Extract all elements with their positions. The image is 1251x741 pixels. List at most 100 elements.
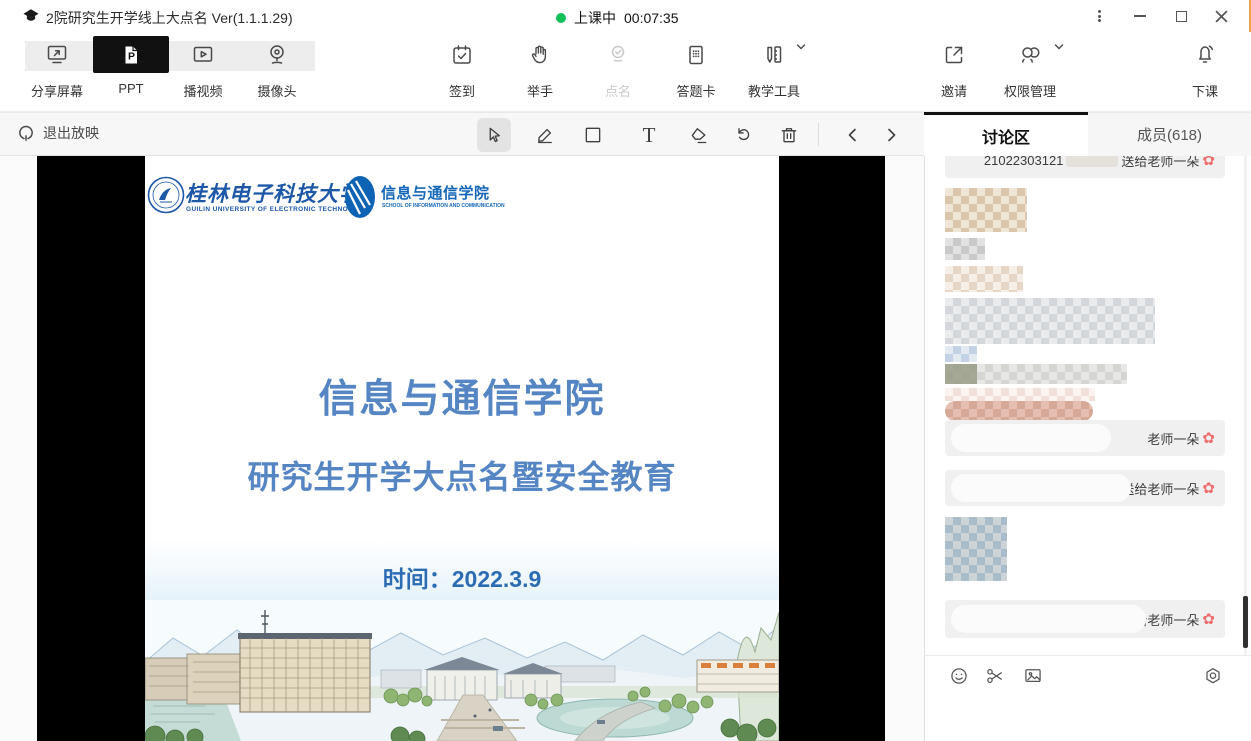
end-class-label: 下课 — [1165, 81, 1245, 100]
censored-name — [1066, 156, 1118, 167]
undo-tool-button[interactable] — [727, 118, 761, 152]
exit-projection-icon — [16, 123, 36, 143]
eraser-icon — [689, 125, 709, 145]
screenshot-button[interactable] — [983, 664, 1007, 688]
teaching-tools-button[interactable]: 教学工具 — [734, 32, 814, 112]
chat-message-flower: 给老师一朵 ✿ — [945, 600, 1225, 638]
settings-gear-icon — [1203, 666, 1223, 686]
slide-date: 时间：2022.3.9 — [145, 560, 779, 594]
chat-message-flower: 送给老师一朵 ✿ — [945, 470, 1225, 506]
pen-icon — [535, 125, 555, 145]
exit-projection-button[interactable]: 退出放映 — [16, 123, 99, 143]
university-name-en: GUILIN UNIVERSITY OF ELECTRONIC TECHNOLO… — [186, 206, 368, 213]
tab-members[interactable]: 成员(618) — [1088, 112, 1251, 156]
censored-message-mosaic — [945, 238, 985, 260]
censored-message-mosaic — [945, 188, 1027, 232]
censored-name-pill — [951, 605, 1146, 633]
teaching-tools-label: 教学工具 — [734, 81, 814, 100]
cursor-icon — [484, 125, 504, 145]
window-title: 2院研究生开学线上大点名 Ver(1.1.1.29) — [46, 8, 293, 28]
school-logo-icon — [343, 174, 377, 220]
app-window: 2院研究生开学线上大点名 Ver(1.1.1.29) 上课中 00:07:35 … — [0, 0, 1251, 741]
permission-mgmt-label: 权限管理 — [990, 81, 1070, 100]
invite-button[interactable]: 邀请 — [914, 32, 994, 112]
flower-icon: ✿ — [1202, 610, 1215, 628]
close-button[interactable] — [1204, 0, 1238, 32]
censored-message-mosaic — [945, 401, 1093, 421]
ppt-button-label-wrap[interactable]: PPT — [91, 32, 171, 112]
toolbar-divider — [818, 123, 819, 146]
live-status-dot — [556, 13, 566, 23]
presentation-stage: 桂林电子科技大学 GUILIN UNIVERSITY OF ELECTRONIC… — [0, 156, 924, 741]
scissors-icon — [985, 666, 1005, 686]
ppt-label: PPT — [91, 81, 171, 96]
invite-label: 邀请 — [914, 81, 994, 100]
minimize-button[interactable] — [1123, 0, 1157, 32]
censored-message-mosaic — [945, 388, 1095, 401]
university-emblem-icon — [147, 176, 185, 214]
roll-call-button: 点名 — [578, 32, 658, 112]
censored-message-mosaic — [945, 364, 1127, 384]
campus-illustration — [145, 600, 779, 741]
rectangle-shape-icon — [583, 125, 603, 145]
image-upload-button[interactable] — [1021, 664, 1045, 688]
main-toolbar: 分享屏幕 P PPT 播视频 摄像 — [0, 32, 1251, 112]
class-status: 上课中 00:07:35 — [556, 8, 679, 28]
raise-hand-button[interactable]: 举手 — [500, 32, 580, 112]
censored-message-mosaic — [945, 298, 1155, 344]
trash-icon — [779, 125, 799, 145]
answer-card-button[interactable]: 答题卡 — [656, 32, 736, 112]
chat-scrollbar-track[interactable] — [1244, 156, 1247, 655]
slide-letterbox-left — [37, 156, 145, 741]
more-menu-button[interactable] — [1082, 0, 1116, 32]
school-name-cn: 信息与通信学院 — [381, 182, 490, 203]
chat-input-divider — [925, 655, 1251, 656]
next-slide-button[interactable] — [874, 118, 908, 152]
slide-subtitle: 研究生开学大点名暨安全教育 — [145, 452, 779, 498]
censored-name-pill — [951, 474, 1131, 502]
maximize-button[interactable] — [1164, 0, 1198, 32]
prev-slide-button[interactable] — [836, 118, 870, 152]
university-name-cn: 桂林电子科技大学 — [185, 178, 361, 208]
titlebar: 2院研究生开学线上大点名 Ver(1.1.1.29) 上课中 00:07:35 — [0, 0, 1251, 32]
emoji-smiley-icon — [949, 666, 969, 686]
censored-name-pill — [951, 424, 1111, 452]
chat-message-flower: 21022303121 送给老师一朵 ✿ — [945, 156, 1225, 178]
tab-discussion[interactable]: 讨论区 — [924, 112, 1088, 156]
sign-in-button[interactable]: 签到 — [422, 32, 502, 112]
play-video-icon — [191, 43, 215, 67]
permission-mgmt-chevron-down-icon — [1054, 43, 1064, 51]
school-name-en: SCHOOL OF INFORMATION AND COMMUNICATION — [382, 203, 505, 209]
teaching-tools-icon — [762, 43, 786, 67]
teaching-tools-chevron-down-icon — [796, 43, 806, 51]
eraser-tool-button[interactable] — [682, 118, 716, 152]
share-screen-button[interactable]: 分享屏幕 — [17, 32, 97, 112]
chat-scrollbar-thumb[interactable] — [1243, 596, 1248, 648]
chat-message-text: 送给老师一朵 — [1121, 156, 1199, 170]
camera-button[interactable]: 摄像头 — [237, 32, 317, 112]
censored-message-mosaic — [945, 517, 1007, 581]
chevron-right-icon — [883, 127, 899, 143]
chat-settings-button[interactable] — [1201, 664, 1225, 688]
raise-hand-label: 举手 — [500, 81, 580, 100]
emoji-button[interactable] — [947, 664, 971, 688]
undo-icon — [734, 125, 754, 145]
slide-letterbox-right — [779, 156, 885, 741]
end-class-button[interactable]: 下课 — [1165, 32, 1245, 112]
permission-mgmt-button[interactable]: 权限管理 — [990, 32, 1070, 112]
sign-in-icon — [450, 43, 474, 67]
play-video-label: 播视频 — [163, 81, 243, 100]
slide-logo-row: 桂林电子科技大学 GUILIN UNIVERSITY OF ELECTRONIC… — [145, 172, 779, 232]
roll-call-label: 点名 — [578, 81, 658, 100]
ppt-slide: 桂林电子科技大学 GUILIN UNIVERSITY OF ELECTRONIC… — [145, 156, 779, 741]
answer-card-label: 答题卡 — [656, 81, 736, 100]
text-tool-button[interactable]: T — [632, 118, 666, 152]
exit-projection-label: 退出放映 — [43, 123, 99, 143]
pen-tool-button[interactable] — [528, 118, 562, 152]
delete-tool-button[interactable] — [772, 118, 806, 152]
presentation-toolbar: 退出放映 T — [0, 112, 924, 156]
censored-message-mosaic — [945, 266, 1023, 292]
shape-tool-button[interactable] — [576, 118, 610, 152]
cursor-tool-button[interactable] — [477, 118, 511, 152]
play-video-button[interactable]: 播视频 — [163, 32, 243, 112]
